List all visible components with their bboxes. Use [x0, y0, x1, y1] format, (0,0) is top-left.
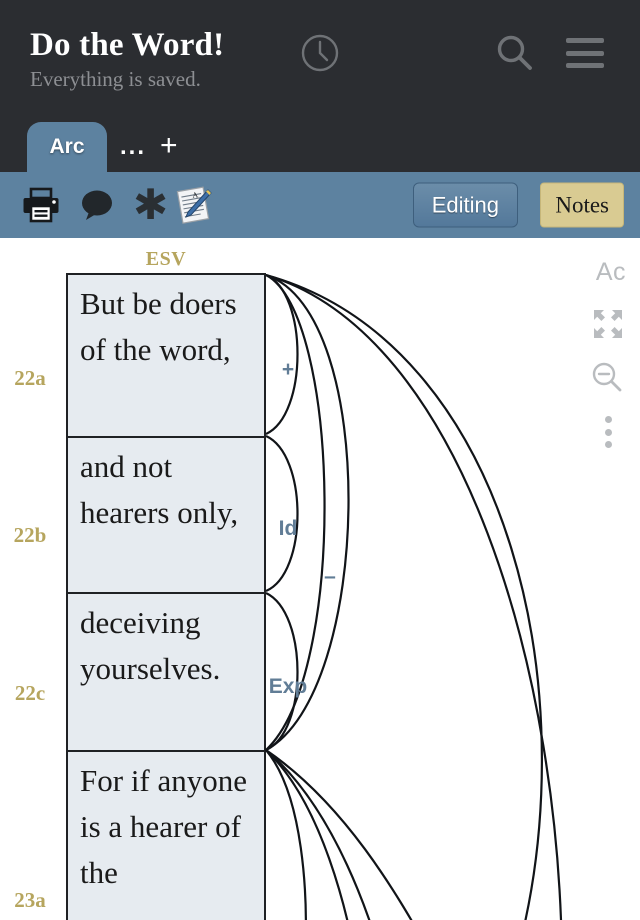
tab-arc[interactable]: Arc — [27, 122, 107, 172]
proposition-22c[interactable]: deceiving yourselves. — [68, 594, 264, 752]
app-header: Do the Word! Everything is saved. Arc ..… — [0, 0, 640, 172]
save-status-text: Everything is saved. — [30, 67, 201, 91]
proposition-column: But be doers of the word, and not hearer… — [66, 273, 266, 920]
notepad-edit-icon[interactable]: A — [175, 186, 213, 224]
arc-canvas: ESV 22a 22b 22c 23a But be doers of the … — [0, 238, 640, 920]
proposition-22b[interactable]: and not hearers only, — [68, 438, 264, 594]
tab-add-button[interactable]: + — [160, 126, 178, 166]
editing-mode-button[interactable]: Editing — [412, 182, 518, 228]
title-block: Do the Word! Everything is saved. — [30, 26, 224, 92]
verse-ref-22a[interactable]: 22a — [0, 366, 60, 391]
tab-arc-label: Arc — [49, 135, 85, 158]
arc-label-negative[interactable]: – — [308, 565, 352, 589]
verse-ref-22b[interactable]: 22b — [0, 523, 60, 548]
editing-mode-label: Editing — [431, 192, 499, 217]
right-toolbar: Ac — [578, 238, 640, 920]
editor-toolbar: ✱ A Editing Notes — [0, 172, 640, 238]
arc-label-id[interactable]: Id — [266, 517, 310, 541]
search-icon[interactable] — [494, 32, 536, 74]
zoom-out-icon[interactable] — [590, 360, 624, 394]
proposition-23a[interactable]: For if anyone is a hearer of the — [68, 752, 264, 920]
notes-button[interactable]: Notes — [540, 182, 624, 228]
more-vertical-icon[interactable] — [604, 416, 612, 448]
clock-icon[interactable] — [300, 33, 340, 73]
hamburger-menu-icon[interactable] — [566, 38, 604, 68]
bible-version-label: ESV — [145, 248, 187, 270]
asterisk-icon[interactable]: ✱ — [133, 184, 168, 226]
verse-ref-22c[interactable]: 22c — [0, 681, 60, 706]
accessibility-label[interactable]: Ac — [596, 258, 626, 287]
printer-icon[interactable] — [22, 187, 60, 223]
arc-label-plus[interactable]: + — [266, 358, 310, 382]
tab-overflow-button[interactable]: ... — [120, 128, 146, 166]
proposition-22a[interactable]: But be doers of the word, — [68, 275, 264, 438]
expand-arrows-icon[interactable] — [592, 308, 624, 340]
tab-bar: Arc ... + — [0, 122, 640, 172]
page-title: Do the Word! — [30, 27, 225, 63]
app-root: Do the Word! Everything is saved. Arc ..… — [0, 0, 640, 920]
notes-label: Notes — [555, 192, 609, 217]
arc-label-exp[interactable]: Exp — [262, 675, 314, 699]
comment-bubble-icon[interactable] — [80, 189, 116, 221]
verse-ref-23a[interactable]: 23a — [0, 888, 60, 913]
